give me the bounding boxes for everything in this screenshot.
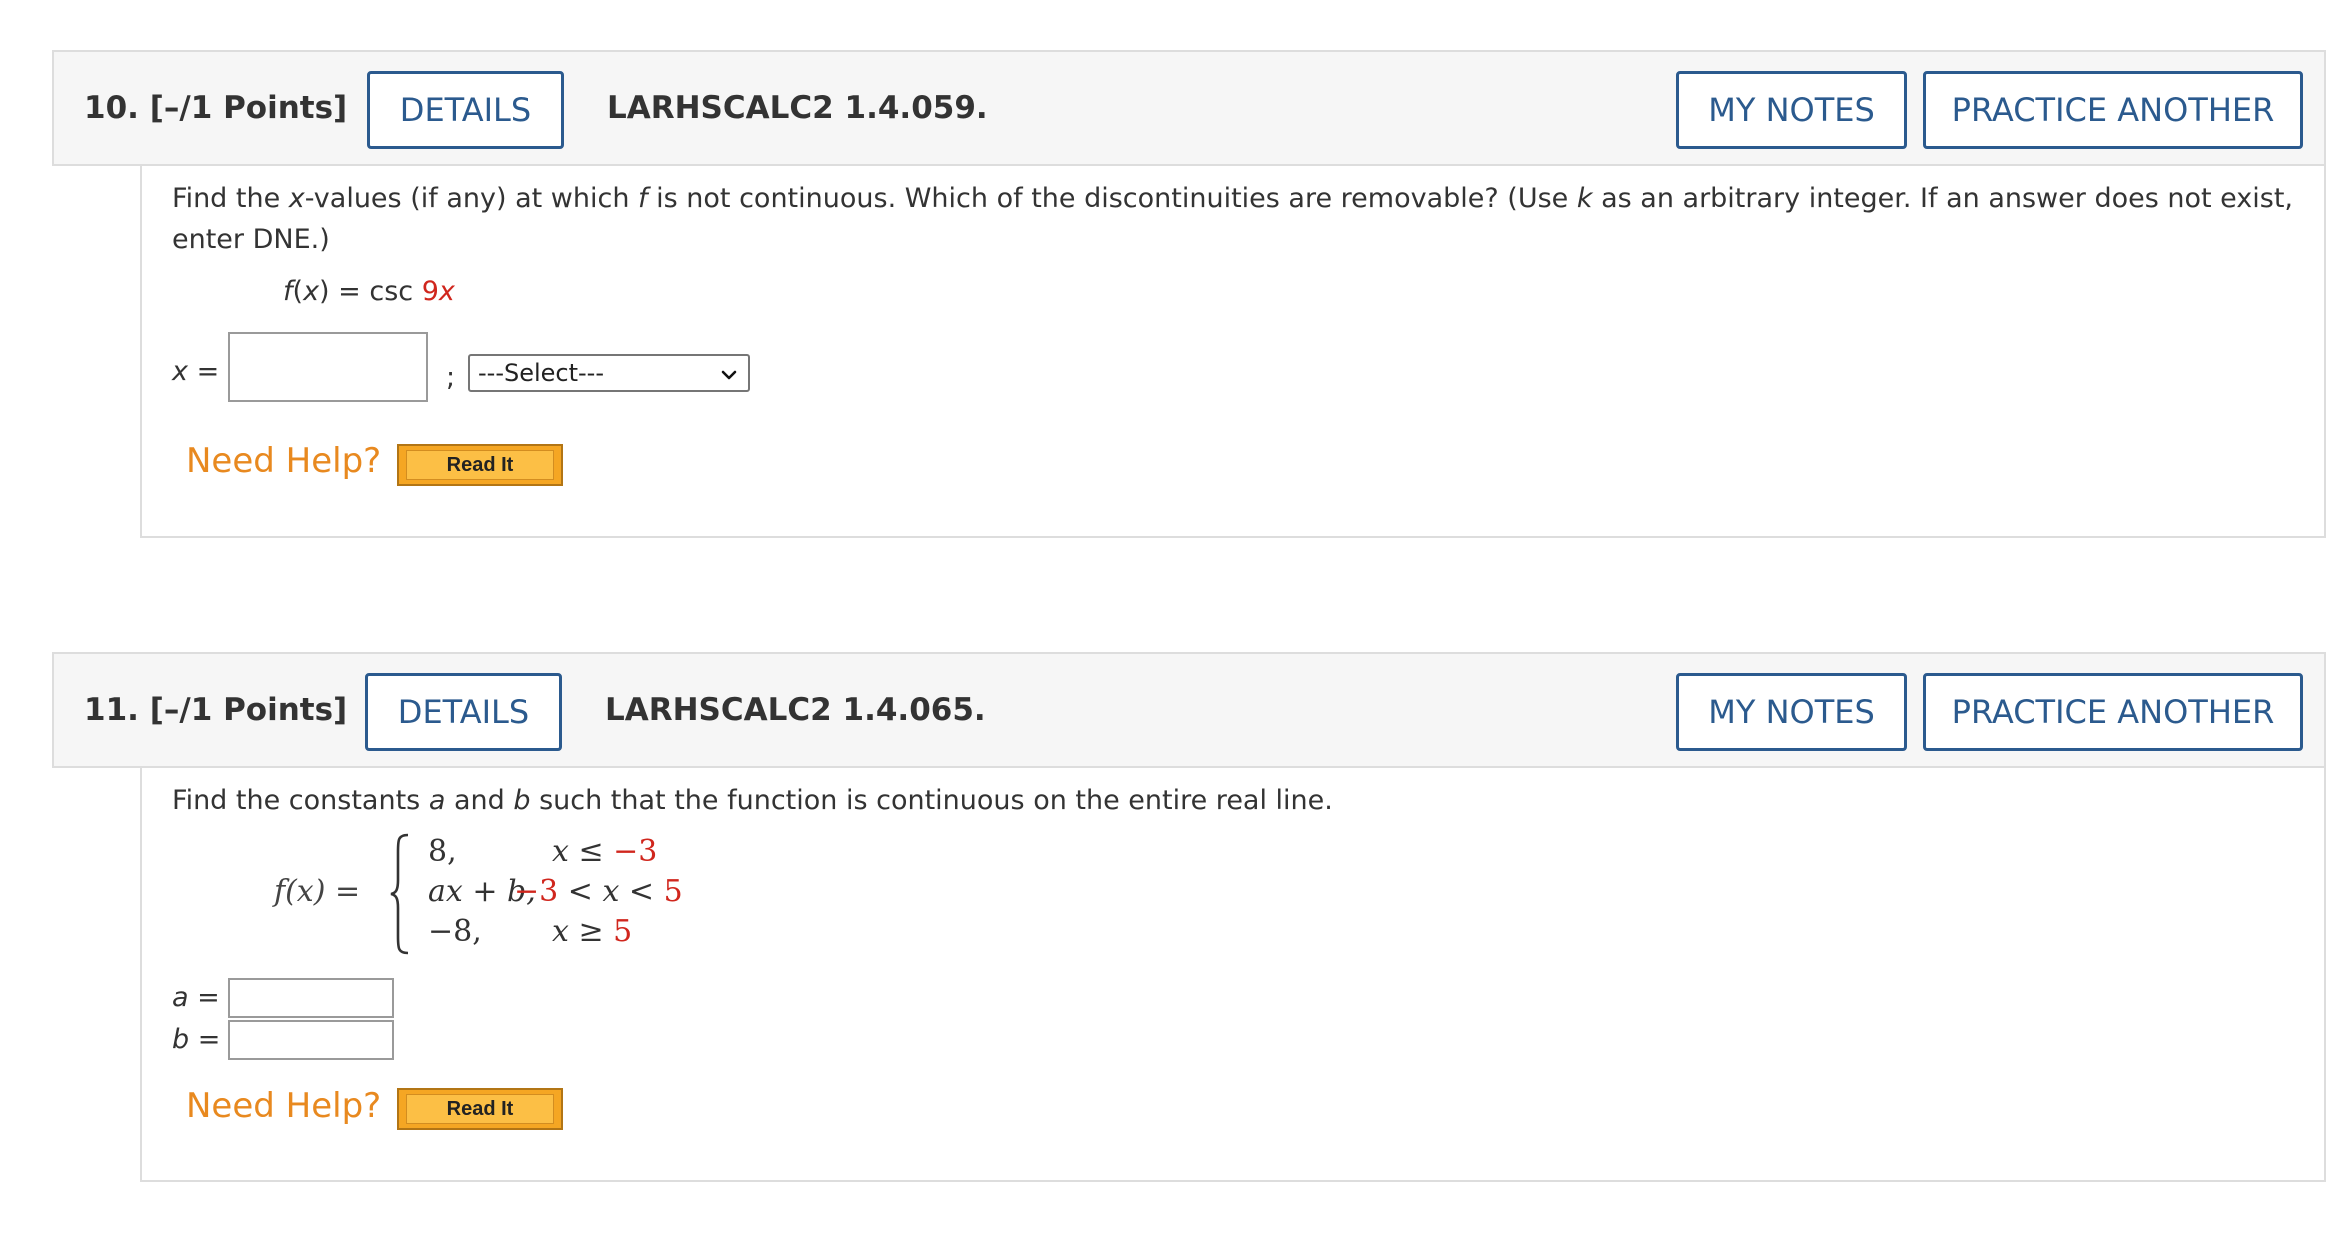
question-10-header: 10. [–/1 Points] DETAILS LARHSCALC2 1.4.… — [52, 50, 2326, 166]
practice-another-button[interactable]: PRACTICE ANOTHER — [1923, 673, 2303, 751]
read-it-button[interactable]: Read It — [397, 444, 563, 486]
select-value: ---Select--- — [478, 359, 604, 387]
my-notes-button[interactable]: MY NOTES — [1676, 71, 1907, 149]
answer-b-label: b = — [172, 1024, 221, 1055]
answer-separator: ; — [446, 362, 456, 393]
answer-a-input[interactable] — [228, 978, 394, 1018]
question-11-code: LARHSCALC2 1.4.065. — [605, 692, 986, 728]
question-11-number-points: 11. [–/1 Points] — [84, 692, 348, 728]
read-it-label: Read It — [406, 1094, 554, 1124]
question-10-number-points: 10. [–/1 Points] — [84, 90, 348, 126]
practice-another-button[interactable]: PRACTICE ANOTHER — [1923, 71, 2303, 149]
question-11-header: 11. [–/1 Points] DETAILS LARHSCALC2 1.4.… — [52, 652, 2326, 768]
question-10-function: f(x) = csc 9x — [283, 276, 455, 307]
case-1-condition: x ≤ −3 — [552, 834, 658, 869]
case-3-expr: −8, — [428, 914, 482, 949]
answer-x-input[interactable] — [228, 332, 428, 402]
answer-a-label: a = — [172, 982, 220, 1013]
case-3-condition: x ≥ 5 — [552, 914, 633, 949]
read-it-label: Read It — [406, 450, 554, 480]
answer-x-label: x = — [172, 356, 220, 387]
answer-b-input[interactable] — [228, 1020, 394, 1060]
details-button[interactable]: DETAILS — [367, 71, 564, 149]
left-brace-icon — [390, 833, 409, 955]
removability-select[interactable]: ---Select--- — [468, 354, 750, 392]
read-it-button[interactable]: Read It — [397, 1088, 563, 1130]
chevron-down-icon — [721, 370, 737, 380]
case-1-expr: 8, — [428, 834, 457, 869]
piecewise-lhs: f(x) = — [274, 874, 361, 909]
my-notes-button[interactable]: MY NOTES — [1676, 673, 1907, 751]
details-button[interactable]: DETAILS — [365, 673, 562, 751]
case-2-condition: −3 < x < 5 — [514, 874, 683, 909]
need-help-label: Need Help? — [186, 1086, 382, 1126]
question-10-prompt: Find the x-values (if any) at which f is… — [172, 183, 2294, 255]
question-11-body: Find the constants a and b such that the… — [140, 768, 2326, 1182]
question-11-prompt: Find the constants a and b such that the… — [172, 785, 1333, 816]
need-help-label: Need Help? — [186, 441, 382, 481]
question-10-code: LARHSCALC2 1.4.059. — [607, 90, 988, 126]
question-10-body: Find the x-values (if any) at which f is… — [140, 166, 2326, 538]
